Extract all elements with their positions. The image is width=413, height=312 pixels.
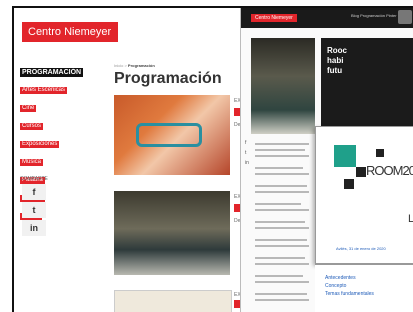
text-line (255, 293, 307, 295)
sidebar-menu: Artes Escénicas Cine Cursos Exposiciones… (20, 78, 90, 222)
text-line (255, 227, 309, 229)
text-line (255, 275, 303, 277)
sidebar-item-musica[interactable]: Música (20, 159, 44, 166)
facebook-icon[interactable]: f (245, 140, 253, 150)
event-image-sketch[interactable] (114, 290, 232, 312)
text-line (255, 257, 305, 259)
text-line (255, 221, 305, 223)
glasses-graphic (136, 123, 202, 147)
breadcrumb-current: Programación (127, 63, 155, 68)
text-line (255, 299, 309, 301)
text-line (255, 149, 305, 151)
text-line (255, 245, 309, 247)
linkedin-icon[interactable]: in (22, 220, 46, 236)
card-date: Avilés, 31 de enero de 2020 (336, 246, 386, 251)
hero-image (251, 38, 315, 134)
text-line (255, 143, 309, 145)
text-line (255, 185, 307, 187)
hero-title: Rooc habi futu (327, 46, 347, 75)
link-list-panel: Antecedentes Concepto Temas fundamentale… (315, 264, 413, 312)
sidebar-item-cine[interactable]: Cine (20, 105, 37, 112)
link-concepto[interactable]: Concepto (325, 283, 346, 289)
room2030-logo-square (344, 179, 354, 189)
top-nav[interactable]: Blog Programación Pinter (351, 13, 397, 18)
facebook-icon[interactable]: f (22, 184, 46, 200)
room2030-logo-square (376, 149, 384, 157)
site-logo[interactable]: Centro Niemeyer (22, 22, 118, 42)
top-bar: Centro Niemeyer Blog Programación Pinter (241, 8, 413, 28)
breadcrumb-home[interactable]: Inicio > (114, 63, 127, 68)
link-antecedentes[interactable]: Antecedentes (325, 275, 356, 281)
text-line (255, 167, 303, 169)
second-browser-page: Centro Niemeyer Blog Programación Pinter… (240, 8, 413, 312)
text-line (255, 191, 309, 193)
card-heading: La (408, 213, 413, 225)
page-title: Programación (114, 70, 222, 87)
event-image-glasses[interactable] (114, 95, 230, 175)
room2030-card[interactable]: ROOM20 La Avilés, 31 de enero de 2020 (315, 126, 413, 264)
room2030-logo-mark (334, 145, 356, 167)
text-line (255, 239, 307, 241)
sidebar-item-artes[interactable]: Artes Escénicas (20, 87, 68, 94)
text-line (255, 263, 309, 265)
text-line (255, 281, 309, 283)
room2030-wordmark: ROOM20 (366, 163, 413, 178)
sidebar-heading[interactable]: PROGRAMACIÓN (20, 68, 84, 77)
linkedin-icon[interactable]: in (245, 160, 253, 170)
sidebar-item-cursos[interactable]: Cursos (20, 123, 44, 130)
screenshot-frame: Centro Niemeyer PROGRAMACIÓN Artes Escén… (12, 6, 413, 312)
share-strip: f t in (245, 140, 253, 170)
breadcrumb: Inicio > Programación (114, 63, 155, 68)
sidebar-item-exposiciones[interactable]: Exposiciones (20, 141, 60, 148)
room2030-logo-square (356, 167, 366, 177)
twitter-icon[interactable]: t (22, 202, 46, 218)
text-line (255, 173, 309, 175)
site-logo-small[interactable]: Centro Niemeyer (251, 14, 297, 22)
share-label: COMPARTE (20, 176, 48, 182)
twitter-icon[interactable]: t (245, 150, 253, 160)
text-line (255, 203, 301, 205)
text-line (255, 155, 309, 157)
event-image-interior[interactable] (114, 191, 230, 275)
link-temas[interactable]: Temas fundamentales (325, 291, 374, 297)
avatar (398, 10, 412, 24)
text-line (255, 209, 309, 211)
